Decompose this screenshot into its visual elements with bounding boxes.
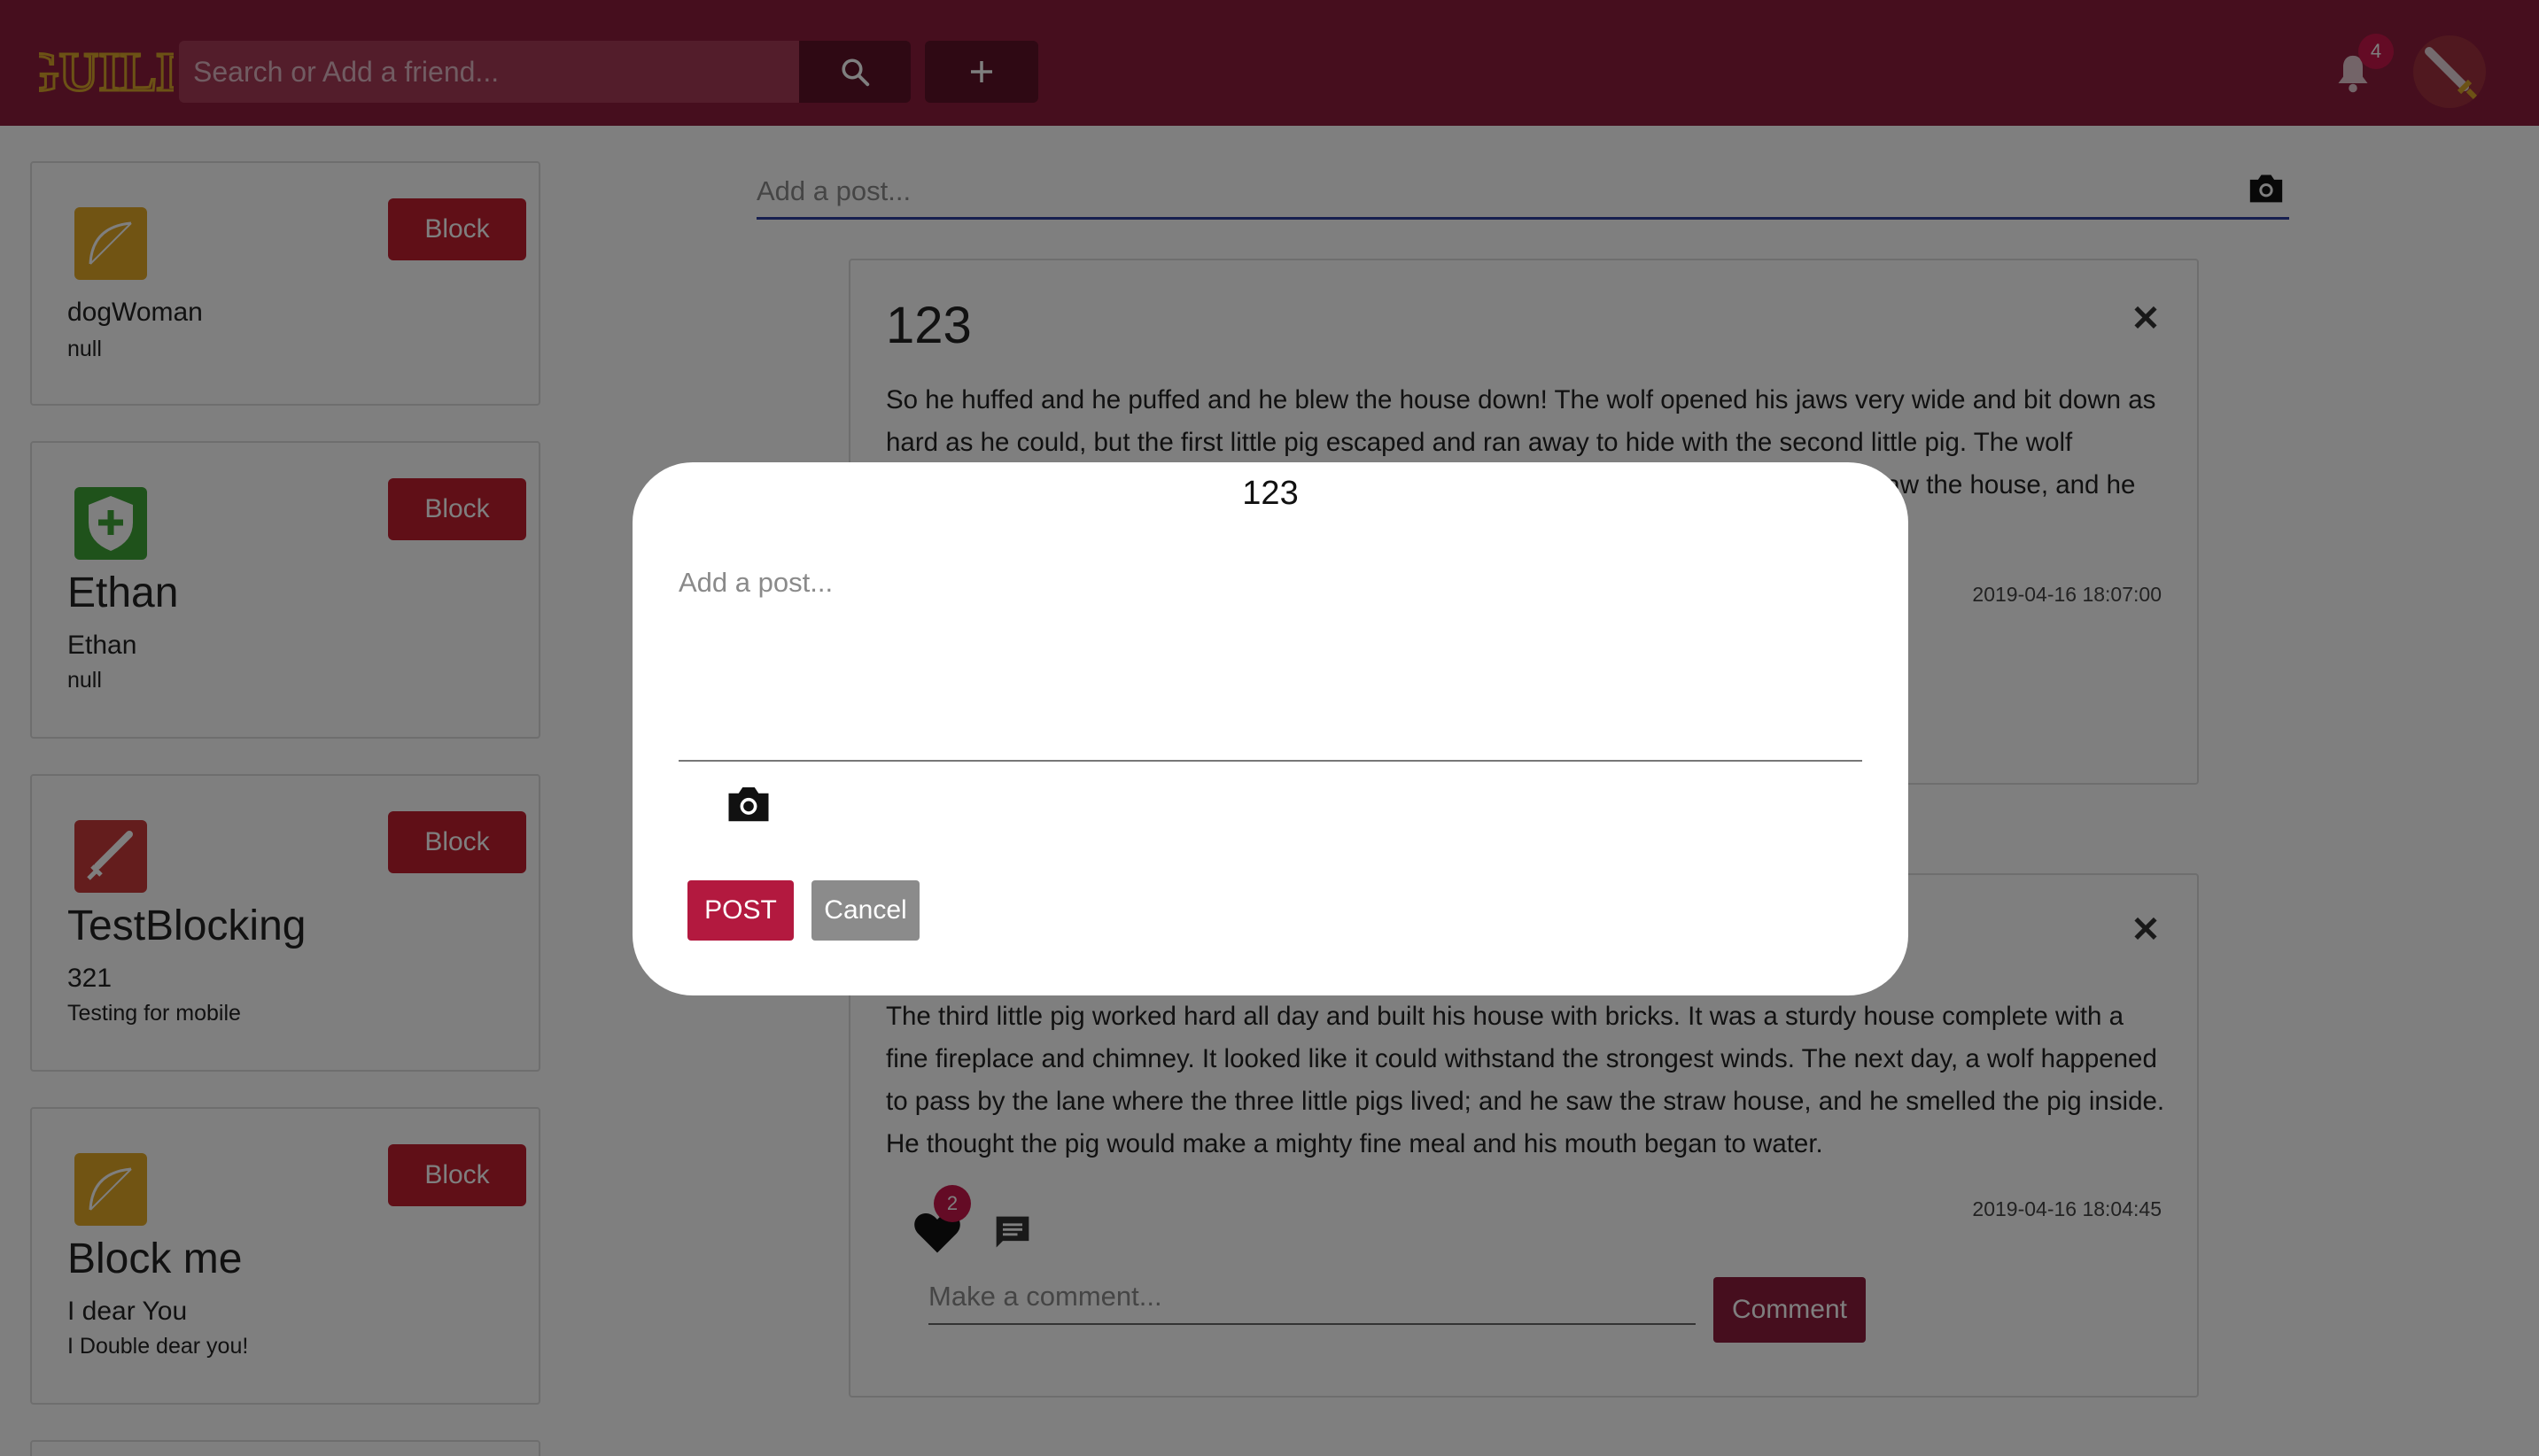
cancel-button[interactable]: Cancel: [811, 880, 920, 941]
post-button[interactable]: POST: [687, 880, 794, 941]
post-text-input[interactable]: [679, 567, 1862, 762]
camera-icon[interactable]: [725, 781, 773, 825]
modal-title: 123: [1242, 475, 1299, 512]
edit-post-modal: 123 POST Cancel: [633, 462, 1908, 995]
